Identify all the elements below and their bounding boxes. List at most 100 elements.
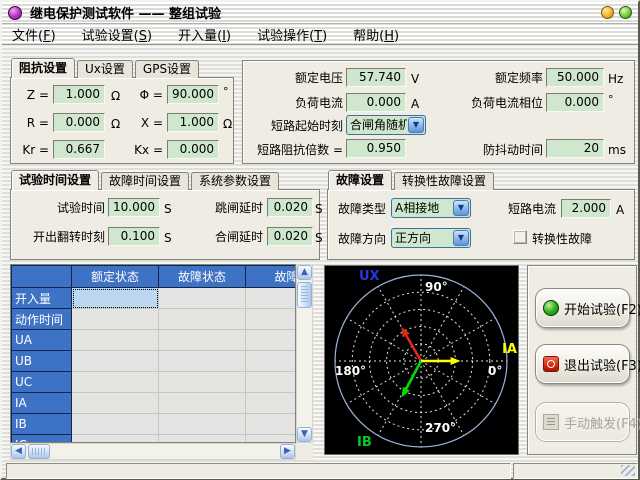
chevron-down-icon[interactable]: ▼ (453, 200, 469, 216)
manual-trigger-button[interactable]: 手动触发(F4) (535, 402, 630, 442)
z-input[interactable]: 1.000 (53, 85, 105, 104)
start-test-button[interactable]: 开始试验(F2) (535, 288, 630, 328)
table-cell[interactable] (159, 435, 246, 444)
table-cell[interactable] (246, 435, 297, 444)
table-cell[interactable] (72, 393, 159, 414)
menu-file[interactable]: 文件(F) (12, 25, 56, 44)
table-cell[interactable] (246, 372, 297, 393)
table-horizontal-scrollbar[interactable]: ◀ ▶ (10, 443, 296, 460)
table-cell[interactable] (246, 393, 297, 414)
exit-test-button[interactable]: 退出试验(F3) (535, 344, 630, 384)
table-vertical-scrollbar[interactable]: ▲ ▼ (296, 264, 313, 443)
debounce-input[interactable]: 20 (546, 139, 604, 158)
menu-test-operation[interactable]: 试验操作(T) (257, 25, 327, 44)
fault-type-combo[interactable]: A相接地 ▼ (391, 198, 471, 218)
table-cell[interactable] (159, 351, 246, 372)
table-cell[interactable] (159, 330, 246, 351)
table-cell[interactable] (72, 330, 159, 351)
tab-ux-settings[interactable]: Ux设置 (77, 60, 133, 78)
trip-delay-input[interactable]: 0.020 (267, 198, 313, 217)
column-header[interactable]: 故障状态 (159, 266, 246, 288)
test-time-input[interactable]: 10.000 (108, 198, 160, 217)
chevron-down-icon[interactable]: ▼ (453, 230, 469, 246)
scroll-down-icon[interactable]: ▼ (297, 427, 312, 442)
row-header[interactable]: IC (12, 435, 72, 444)
x-input[interactable]: 1.000 (167, 113, 219, 132)
fault-tabstrip: 故障设置 转换性故障设置 (328, 170, 496, 190)
table-cell[interactable] (246, 351, 297, 372)
row-header[interactable]: 动作时间 (12, 309, 72, 330)
phasor-diagram: UX 90° IA 0° 180° 270° IB (324, 265, 519, 455)
r-input[interactable]: 0.000 (53, 113, 105, 132)
fault-type-value: A相接地 (392, 199, 452, 217)
convert-fault-checkbox[interactable] (513, 230, 527, 244)
table-cell[interactable] (72, 351, 159, 372)
impedance-factor-input[interactable]: 0.950 (346, 139, 406, 158)
short-current-input[interactable]: 2.000 (561, 199, 611, 218)
result-table[interactable]: 额定状态故障状态故障转换开入量动作时间UAUBUCIAIBIC (10, 264, 296, 443)
rated-freq-input[interactable]: 50.000 (546, 68, 604, 87)
tab-fault-settings[interactable]: 故障设置 (328, 170, 392, 190)
table-cell[interactable] (159, 372, 246, 393)
horizontal-scroll-thumb[interactable] (28, 444, 50, 459)
table-cell[interactable] (246, 288, 297, 309)
action-button-panel: 开始试验(F2) 退出试验(F3) 手动触发(F4) (527, 265, 637, 455)
kr-input[interactable]: 0.667 (53, 140, 105, 159)
table-cell[interactable] (159, 393, 246, 414)
row-header[interactable]: UB (12, 351, 72, 372)
table-cell[interactable] (72, 372, 159, 393)
table-cell[interactable] (72, 309, 159, 330)
row-header[interactable]: UC (12, 372, 72, 393)
tab-impedance-settings[interactable]: 阻抗设置 (11, 58, 75, 78)
table-cell[interactable] (246, 414, 297, 435)
menu-test-settings[interactable]: 试验设置(S) (82, 25, 152, 44)
table-cell[interactable] (72, 435, 159, 444)
short-start-combo[interactable]: 合闸角随机 ▼ (346, 115, 426, 135)
fault-direction-label: 故障方向 (334, 230, 386, 248)
table-cell[interactable] (159, 414, 246, 435)
close-delay-input[interactable]: 0.020 (267, 227, 313, 246)
status-bar-right (513, 463, 638, 479)
row-header[interactable]: IB (12, 414, 72, 435)
load-current-input[interactable]: 0.000 (346, 93, 406, 112)
kx-input[interactable]: 0.000 (167, 140, 219, 159)
table-cell[interactable] (159, 309, 246, 330)
tab-test-time[interactable]: 试验时间设置 (11, 170, 99, 190)
table-corner[interactable] (12, 266, 72, 288)
ia-label: IA (502, 343, 517, 356)
table-cell[interactable] (72, 414, 159, 435)
rated-voltage-input[interactable]: 57.740 (346, 68, 406, 87)
table-cell[interactable] (246, 330, 297, 351)
row-header[interactable]: IA (12, 393, 72, 414)
menu-binary-input[interactable]: 开入量(I) (178, 25, 231, 44)
row-header[interactable]: 开入量 (12, 288, 72, 309)
table-cell[interactable] (72, 288, 159, 309)
chevron-down-icon[interactable]: ▼ (408, 117, 424, 133)
flip-time-input[interactable]: 0.100 (108, 227, 160, 246)
vertical-scroll-thumb[interactable] (297, 282, 312, 308)
row-header[interactable]: UA (12, 330, 72, 351)
load-phase-input[interactable]: 0.000 (546, 93, 604, 112)
table-cell[interactable] (159, 288, 246, 309)
title-bar[interactable]: 继电保护测试软件 —— 整组试验 (2, 2, 638, 24)
deg0-label: 0° (488, 365, 502, 377)
phi-input[interactable]: 90.000 (167, 85, 219, 104)
minimize-button[interactable] (601, 6, 614, 19)
column-header[interactable]: 额定状态 (72, 266, 159, 288)
resize-grip[interactable] (621, 465, 635, 476)
menu-help[interactable]: 帮助(H) (353, 25, 399, 44)
column-header[interactable]: 故障转换 (246, 266, 297, 288)
close-button[interactable] (619, 6, 632, 19)
fault-panel: 故障类型 A相接地 ▼ 短路电流 2.000 A 故障方向 正方向 ▼ 转换性故… (327, 189, 635, 260)
tab-gps-settings[interactable]: GPS设置 (135, 60, 199, 78)
tab-fault-time[interactable]: 故障时间设置 (101, 172, 189, 190)
scroll-right-icon[interactable]: ▶ (280, 444, 295, 459)
scroll-up-icon[interactable]: ▲ (297, 265, 312, 280)
scroll-left-icon[interactable]: ◀ (11, 444, 26, 459)
fault-direction-combo[interactable]: 正方向 ▼ (391, 228, 471, 248)
short-start-value: 合闸角随机 (347, 116, 407, 134)
z-label: Z = (13, 86, 49, 104)
table-cell[interactable] (246, 309, 297, 330)
tab-convert-fault-settings[interactable]: 转换性故障设置 (394, 172, 494, 190)
tab-system-params[interactable]: 系统参数设置 (191, 172, 279, 190)
